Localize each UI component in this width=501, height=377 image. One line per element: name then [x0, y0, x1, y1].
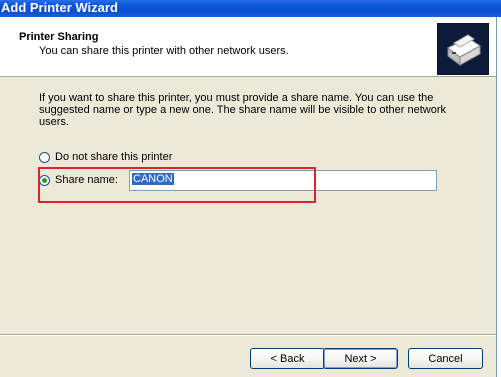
no-share-option[interactable]: Do not share this printer	[39, 151, 172, 163]
cancel-button[interactable]: Cancel	[408, 348, 483, 369]
back-button[interactable]: < Back	[250, 348, 325, 369]
next-button[interactable]: Next >	[323, 348, 398, 369]
footer-divider	[0, 334, 496, 336]
share-description: If you want to share this printer, you m…	[39, 92, 447, 128]
window-title: Add Printer Wizard	[1, 0, 118, 15]
window-titlebar[interactable]: Add Printer Wizard	[0, 0, 501, 17]
page-title: Printer Sharing	[19, 31, 99, 43]
page-subtitle: You can share this printer with other ne…	[39, 45, 289, 57]
printer-icon	[437, 23, 489, 75]
no-share-radio[interactable]	[39, 151, 50, 163]
background-window-edge	[496, 17, 501, 377]
annotation-highlight-box	[38, 167, 316, 203]
no-share-label: Do not share this printer	[55, 151, 173, 163]
wizard-header: Printer Sharing You can share this print…	[0, 17, 496, 77]
